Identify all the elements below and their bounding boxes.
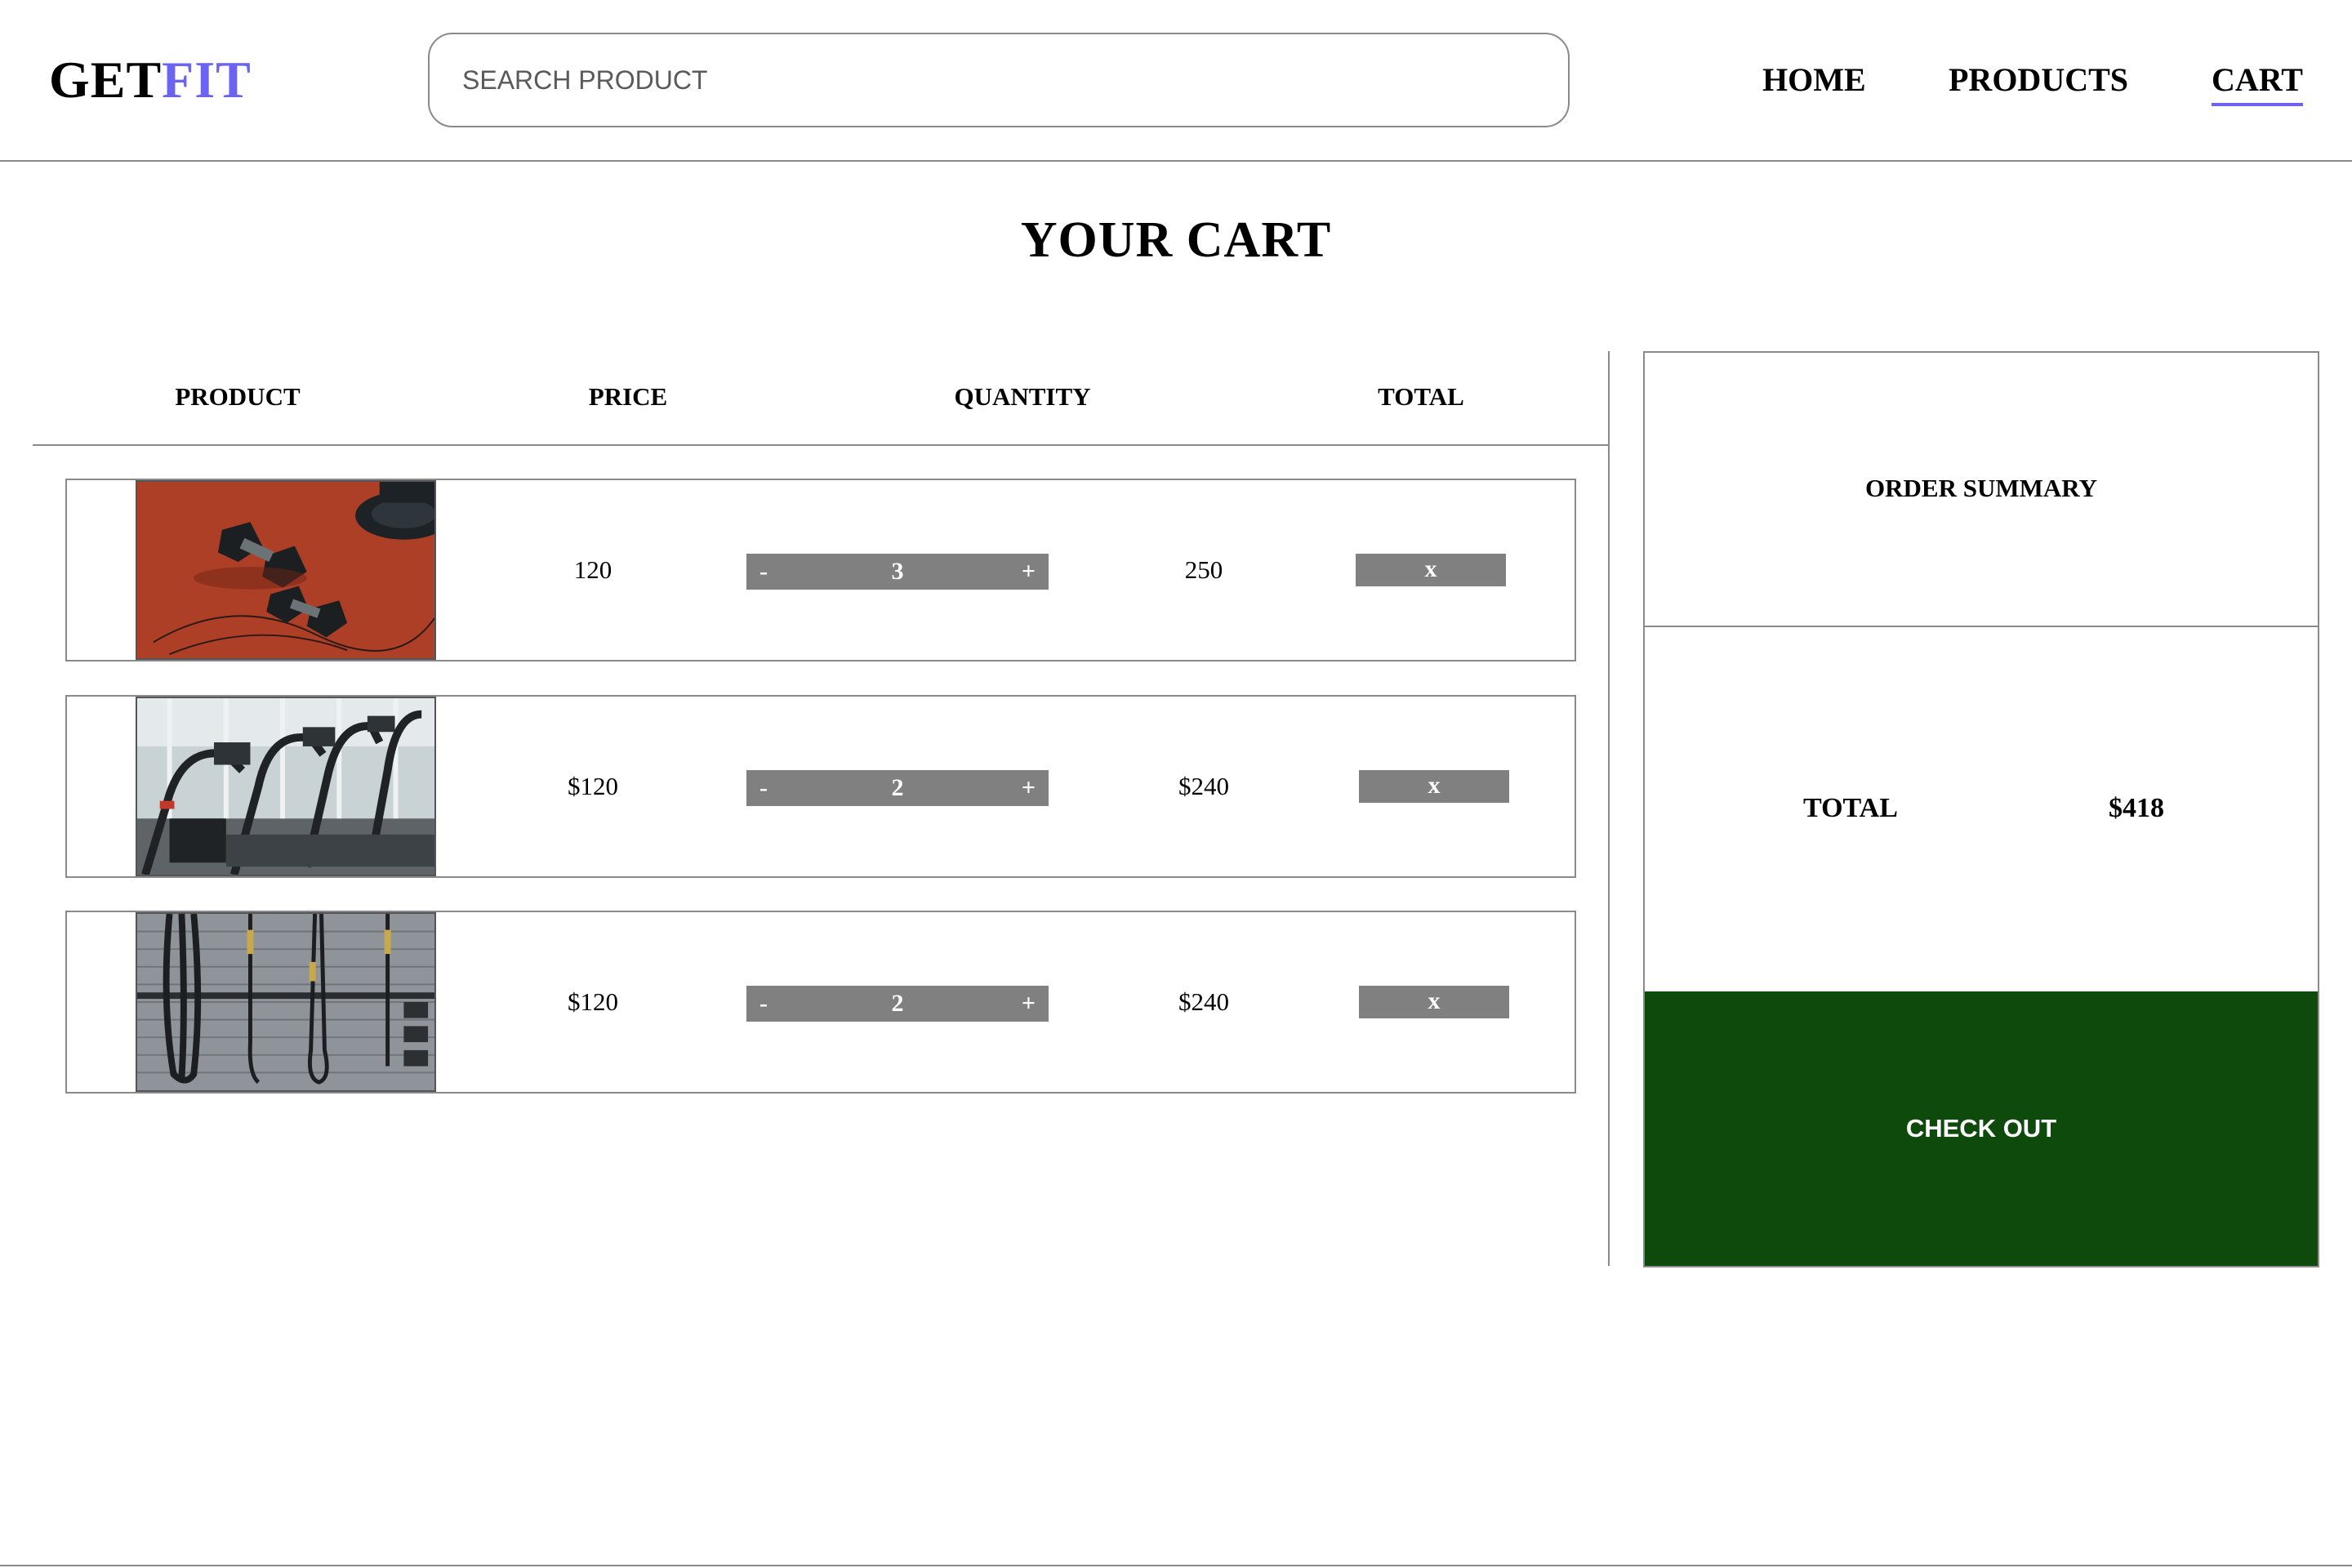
quantity-stepper: - 2 + (746, 770, 1049, 806)
nav-products-link[interactable]: PRODUCTS (1949, 57, 2128, 103)
logo[interactable]: GETFIT (49, 49, 252, 111)
column-header-product: PRODUCT (175, 382, 301, 411)
page-title: YOUR CART (1020, 212, 1332, 268)
quantity-value: 2 (891, 990, 904, 1017)
logo-text-fit: FIT (162, 51, 252, 109)
footer-divider (0, 1565, 2352, 1566)
cart-row: $120 - 2 + $240 x (65, 695, 1576, 878)
remove-item-button[interactable]: x (1356, 554, 1506, 586)
row-total: $240 (1178, 987, 1229, 1016)
column-header-price: PRICE (588, 382, 668, 411)
quantity-value: 3 (891, 558, 904, 585)
product-image-dumbbells[interactable] (136, 480, 436, 660)
column-header-total: TOTAL (1378, 382, 1464, 411)
product-image-battle-ropes[interactable] (136, 912, 436, 1092)
summary-total-value: $418 (2109, 793, 2164, 823)
remove-item-button[interactable]: x (1359, 986, 1509, 1018)
quantity-value: 2 (891, 774, 904, 801)
quantity-increment-button[interactable]: + (1011, 554, 1036, 590)
checkout-button[interactable]: CHECK OUT (1645, 991, 2318, 1266)
product-image-treadmills[interactable] (136, 697, 436, 876)
nav-cart-link[interactable]: CART (2212, 57, 2303, 106)
search-input[interactable] (428, 33, 1570, 127)
quantity-increment-button[interactable]: + (1011, 986, 1036, 1022)
summary-divider (1645, 626, 2318, 627)
cart-row: 120 - 3 + 250 x (65, 479, 1576, 662)
column-header-quantity: QUANTITY (954, 382, 1091, 411)
top-navbar: GETFIT HOME PRODUCTS CART (0, 0, 2352, 162)
cart-summary-divider (1608, 351, 1610, 1266)
row-price: 120 (573, 555, 612, 584)
row-price: $120 (568, 987, 618, 1016)
table-header-divider (33, 444, 1609, 446)
row-price: $120 (568, 772, 618, 800)
quantity-increment-button[interactable]: + (1011, 770, 1036, 806)
quantity-stepper: - 2 + (746, 986, 1049, 1022)
quantity-stepper: - 3 + (746, 554, 1049, 590)
order-summary-panel: ORDER SUMMARY TOTAL $418 CHECK OUT (1643, 351, 2319, 1267)
order-summary-title: ORDER SUMMARY (1865, 474, 2097, 502)
cart-row: $120 - 2 + $240 x (65, 911, 1576, 1094)
row-total: 250 (1184, 555, 1223, 584)
row-total: $240 (1178, 772, 1229, 800)
summary-total-label: TOTAL (1803, 793, 1898, 823)
logo-text-get: GET (49, 51, 163, 109)
remove-item-button[interactable]: x (1359, 770, 1509, 803)
nav-home-link[interactable]: HOME (1762, 57, 1866, 103)
